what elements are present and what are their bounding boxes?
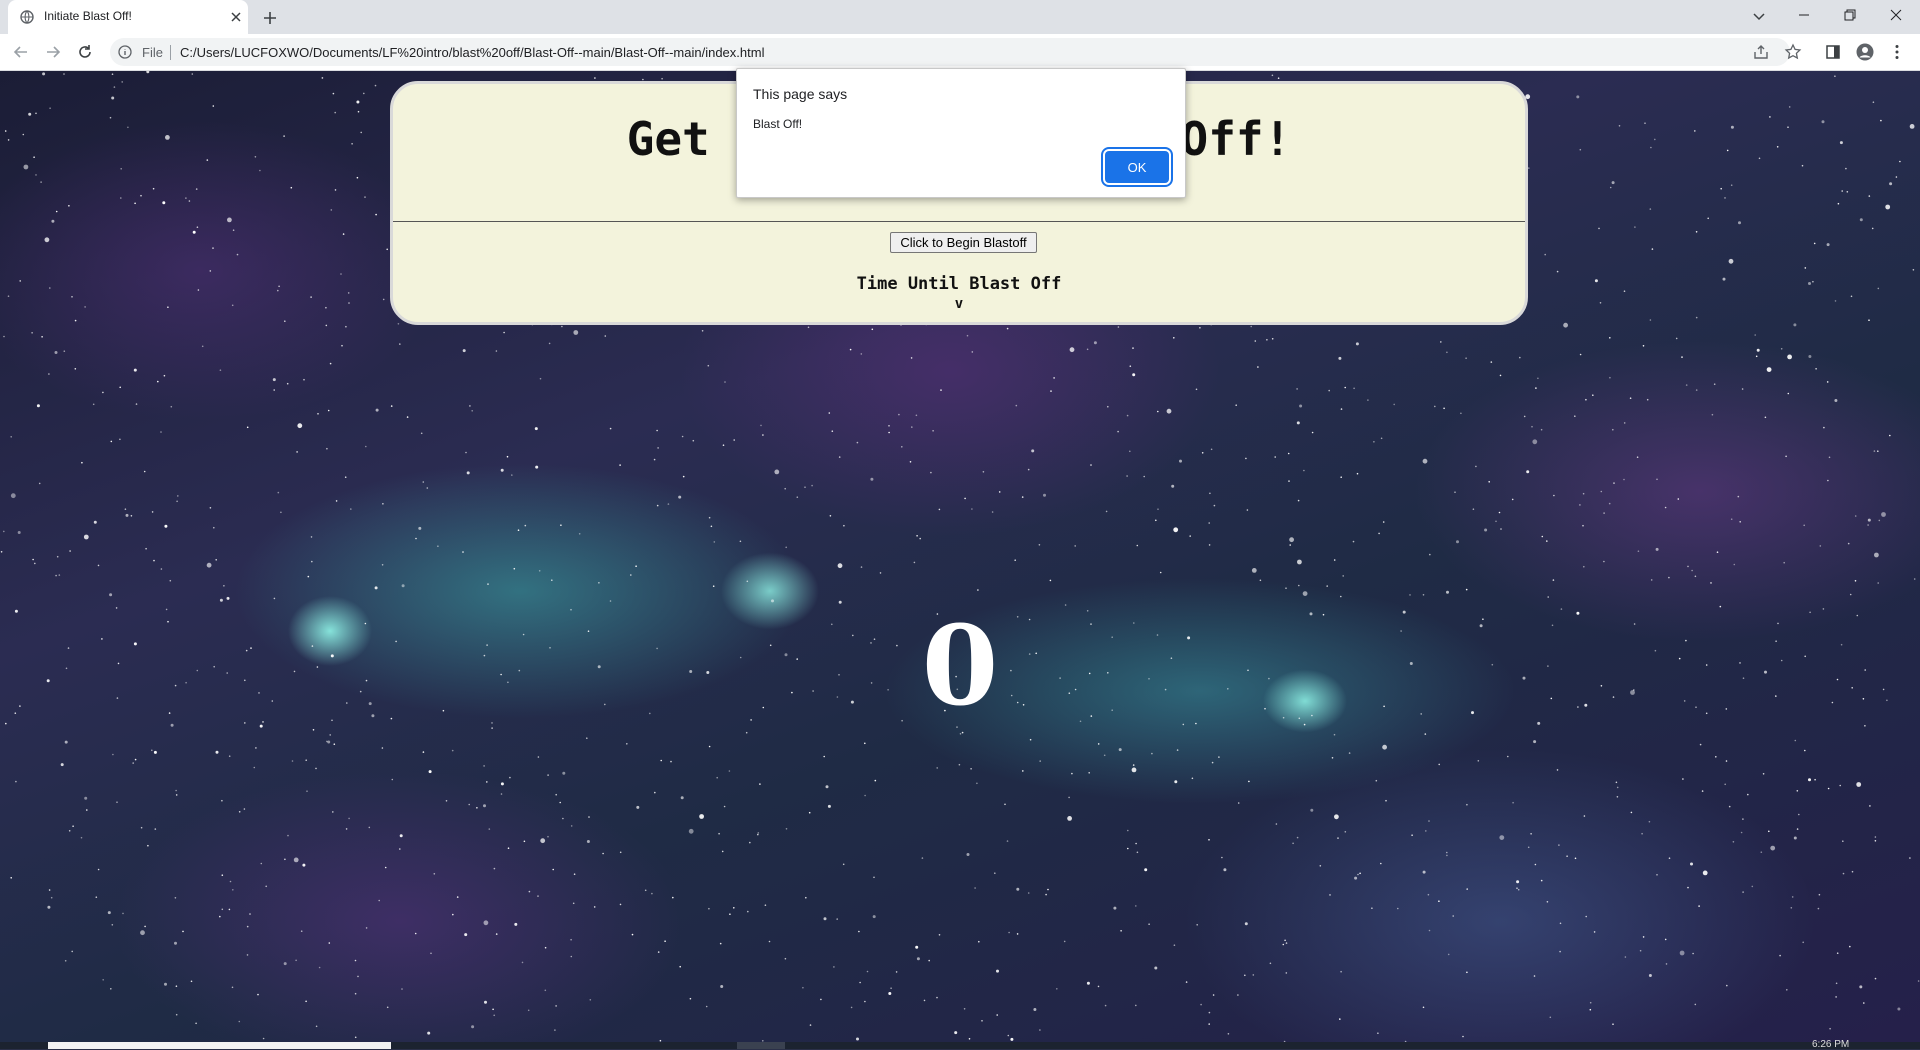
address-scheme: File (142, 45, 163, 60)
close-tab-icon[interactable] (226, 7, 246, 27)
page-viewport: Get Ready for Blast Off! Click to Begin … (0, 71, 1920, 1042)
alert-message: Blast Off! (753, 117, 803, 131)
alert-title: This page says (753, 86, 848, 102)
browser-tab[interactable]: Initiate Blast Off! (8, 0, 248, 34)
address-separator (170, 45, 171, 60)
begin-blastoff-button[interactable]: Click to Begin Blastoff (890, 232, 1037, 253)
alert-dialog: This page says Blast Off! OK (736, 68, 1186, 198)
restore-icon[interactable] (1827, 0, 1873, 30)
profile-avatar-icon[interactable] (1856, 43, 1874, 61)
countdown-number: 0 (921, 601, 999, 730)
bookmark-star-icon[interactable] (1784, 43, 1802, 61)
taskbar-clock: 6:26 PM (1812, 1039, 1850, 1050)
tab-title: Initiate Blast Off! (44, 9, 132, 23)
header-divider (393, 221, 1525, 222)
address-bar[interactable]: File C:/Users/LUCFOXWO/Documents/LF%20in… (110, 38, 1790, 66)
browser-toolbar: File C:/Users/LUCFOXWO/Documents/LF%20in… (0, 34, 1920, 71)
globe-icon (20, 10, 34, 24)
kebab-menu-icon[interactable] (1888, 43, 1906, 61)
address-url[interactable]: C:/Users/LUCFOXWO/Documents/LF%20intro/b… (180, 45, 764, 60)
tab-strip: Initiate Blast Off! (0, 0, 1920, 34)
back-arrow-icon[interactable] (10, 41, 32, 63)
new-tab-icon[interactable] (258, 6, 282, 30)
forward-arrow-icon[interactable] (42, 41, 64, 63)
info-icon[interactable] (118, 45, 132, 59)
taskbar-search-box[interactable] (48, 1042, 391, 1049)
windows-taskbar: 6:26 PM (0, 1039, 1920, 1050)
time-until-label: Time Until Blast Off (856, 274, 1062, 294)
close-window-icon[interactable] (1873, 0, 1919, 30)
tab-search-chevron-icon[interactable] (1748, 5, 1770, 27)
side-panel-icon[interactable] (1824, 43, 1842, 61)
reload-icon[interactable] (74, 41, 96, 63)
taskbar-active-app[interactable] (737, 1042, 785, 1049)
down-marker-label: v (954, 296, 964, 312)
minimize-icon[interactable] (1781, 0, 1827, 30)
share-icon[interactable] (1752, 43, 1770, 61)
alert-ok-button[interactable]: OK (1105, 151, 1169, 183)
